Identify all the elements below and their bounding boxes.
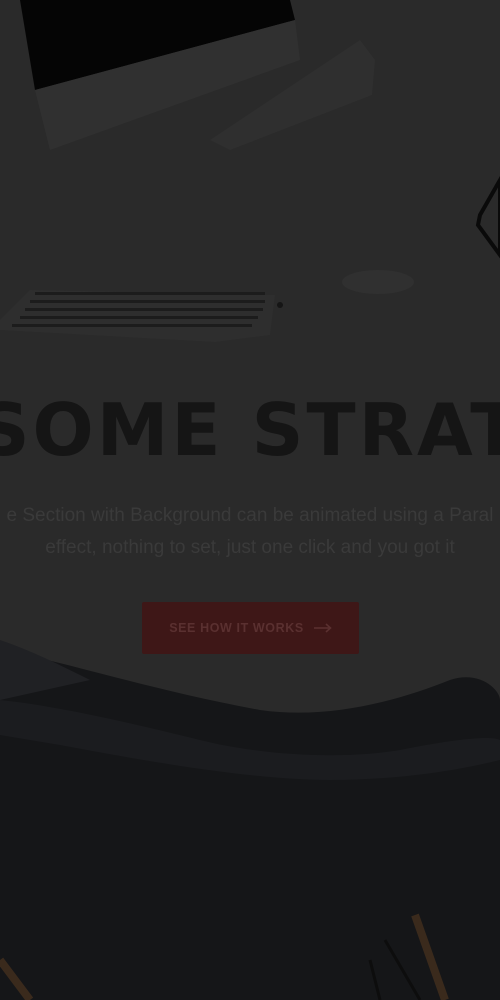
cta-label: SEE HOW IT WORKS (169, 621, 304, 635)
hero-description-line-1: e Section with Background can be animate… (6, 505, 494, 526)
hero-headline: SOME STRAT (0, 388, 500, 472)
hero-content: SOME STRAT e Section with Background can… (0, 0, 500, 1000)
hero-section: SOME STRAT e Section with Background can… (0, 0, 500, 1000)
hero-description-line-2: effect, nothing to set, just one click a… (45, 537, 455, 558)
see-how-it-works-button[interactable]: SEE HOW IT WORKS (142, 602, 359, 654)
arrow-right-icon (313, 623, 332, 633)
hero-description: e Section with Background can be animate… (0, 500, 500, 564)
